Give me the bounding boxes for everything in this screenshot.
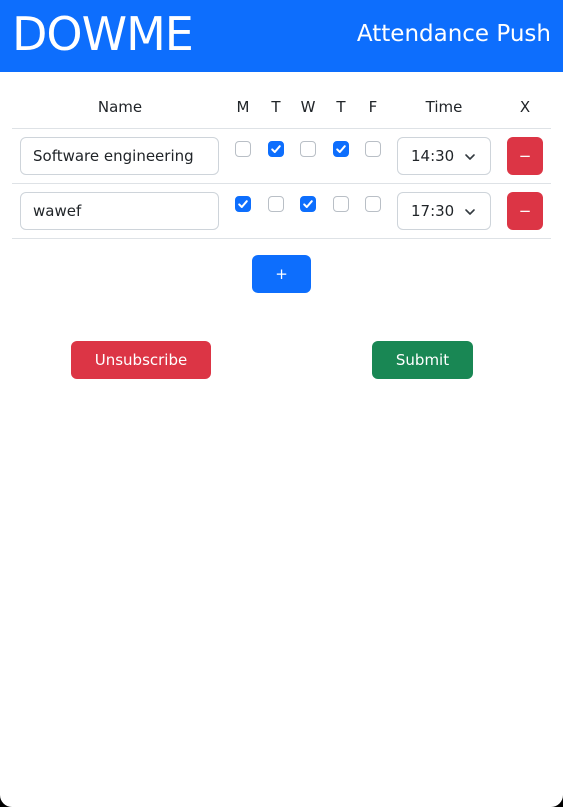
table-header: Name M T W T F Time X xyxy=(12,88,551,129)
day-checkbox-friday[interactable] xyxy=(365,196,381,212)
column-header-wednesday: W xyxy=(300,98,316,116)
day-checkbox-tuesday[interactable] xyxy=(268,141,284,157)
check-icon xyxy=(303,200,313,208)
day-checkbox-tuesday[interactable] xyxy=(268,196,284,212)
time-select-value: 17:30 xyxy=(411,202,455,220)
course-name-input[interactable] xyxy=(20,137,219,175)
page-title: Attendance Push xyxy=(356,21,551,47)
day-checkbox-friday[interactable] xyxy=(365,141,381,157)
column-header-remove: X xyxy=(519,98,531,116)
schedule-table: Name M T W T F Time X Software engineeri… xyxy=(12,88,551,239)
time-select[interactable]: 14:30 xyxy=(397,137,491,175)
day-checkbox-thursday[interactable] xyxy=(333,141,349,157)
add-row-button[interactable]: + xyxy=(252,255,311,293)
brand-logo: DOWME xyxy=(12,7,194,61)
unsubscribe-button[interactable]: Unsubscribe xyxy=(71,341,211,379)
column-header-tuesday: T xyxy=(271,98,281,116)
check-icon xyxy=(336,145,346,153)
day-checkbox-wednesday[interactable] xyxy=(300,196,316,212)
check-icon xyxy=(238,200,248,208)
time-select[interactable]: 17:30 xyxy=(397,192,491,230)
chevron-down-icon xyxy=(465,154,475,160)
day-checkbox-thursday[interactable] xyxy=(333,196,349,212)
chevron-down-icon xyxy=(465,209,475,215)
column-header-time: Time xyxy=(425,98,463,116)
column-header-friday: F xyxy=(368,98,378,116)
remove-row-button[interactable]: − xyxy=(507,192,543,230)
table-row: 17:30 − xyxy=(12,184,551,239)
app-window: DOWME Attendance Push Name M T W T F Tim… xyxy=(0,0,563,807)
table-row: 14:30 − xyxy=(12,129,551,184)
time-select-value: 14:30 xyxy=(411,147,455,165)
day-checkbox-monday[interactable] xyxy=(235,141,251,157)
check-icon xyxy=(271,145,281,153)
app-header: DOWME Attendance Push xyxy=(0,0,563,72)
day-checkbox-wednesday[interactable] xyxy=(300,141,316,157)
column-header-name: Name xyxy=(97,98,143,116)
day-checkbox-monday[interactable] xyxy=(235,196,251,212)
column-header-thursday: T xyxy=(336,98,346,116)
column-header-monday: M xyxy=(236,98,250,116)
remove-row-button[interactable]: − xyxy=(507,137,543,175)
course-name-input[interactable] xyxy=(20,192,219,230)
submit-button[interactable]: Submit xyxy=(372,341,473,379)
